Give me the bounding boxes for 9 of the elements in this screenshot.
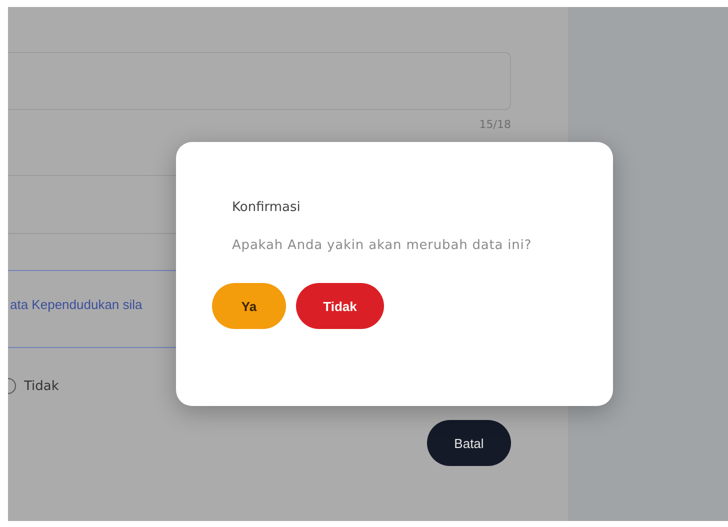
reject-button[interactable]: Tidak bbox=[296, 283, 384, 329]
radio-label: Tidak bbox=[24, 378, 59, 394]
dialog-title: Konfirmasi bbox=[232, 200, 302, 215]
text-field[interactable] bbox=[8, 52, 511, 110]
character-counter: 15/18 bbox=[479, 118, 511, 131]
dialog-message: Apakah Anda yakin akan merubah data ini? bbox=[232, 237, 533, 255]
confirm-button[interactable]: Ya bbox=[212, 283, 286, 329]
cancel-button[interactable]: Batal bbox=[427, 420, 511, 466]
info-text: ata Kependudukan sila bbox=[10, 296, 142, 312]
